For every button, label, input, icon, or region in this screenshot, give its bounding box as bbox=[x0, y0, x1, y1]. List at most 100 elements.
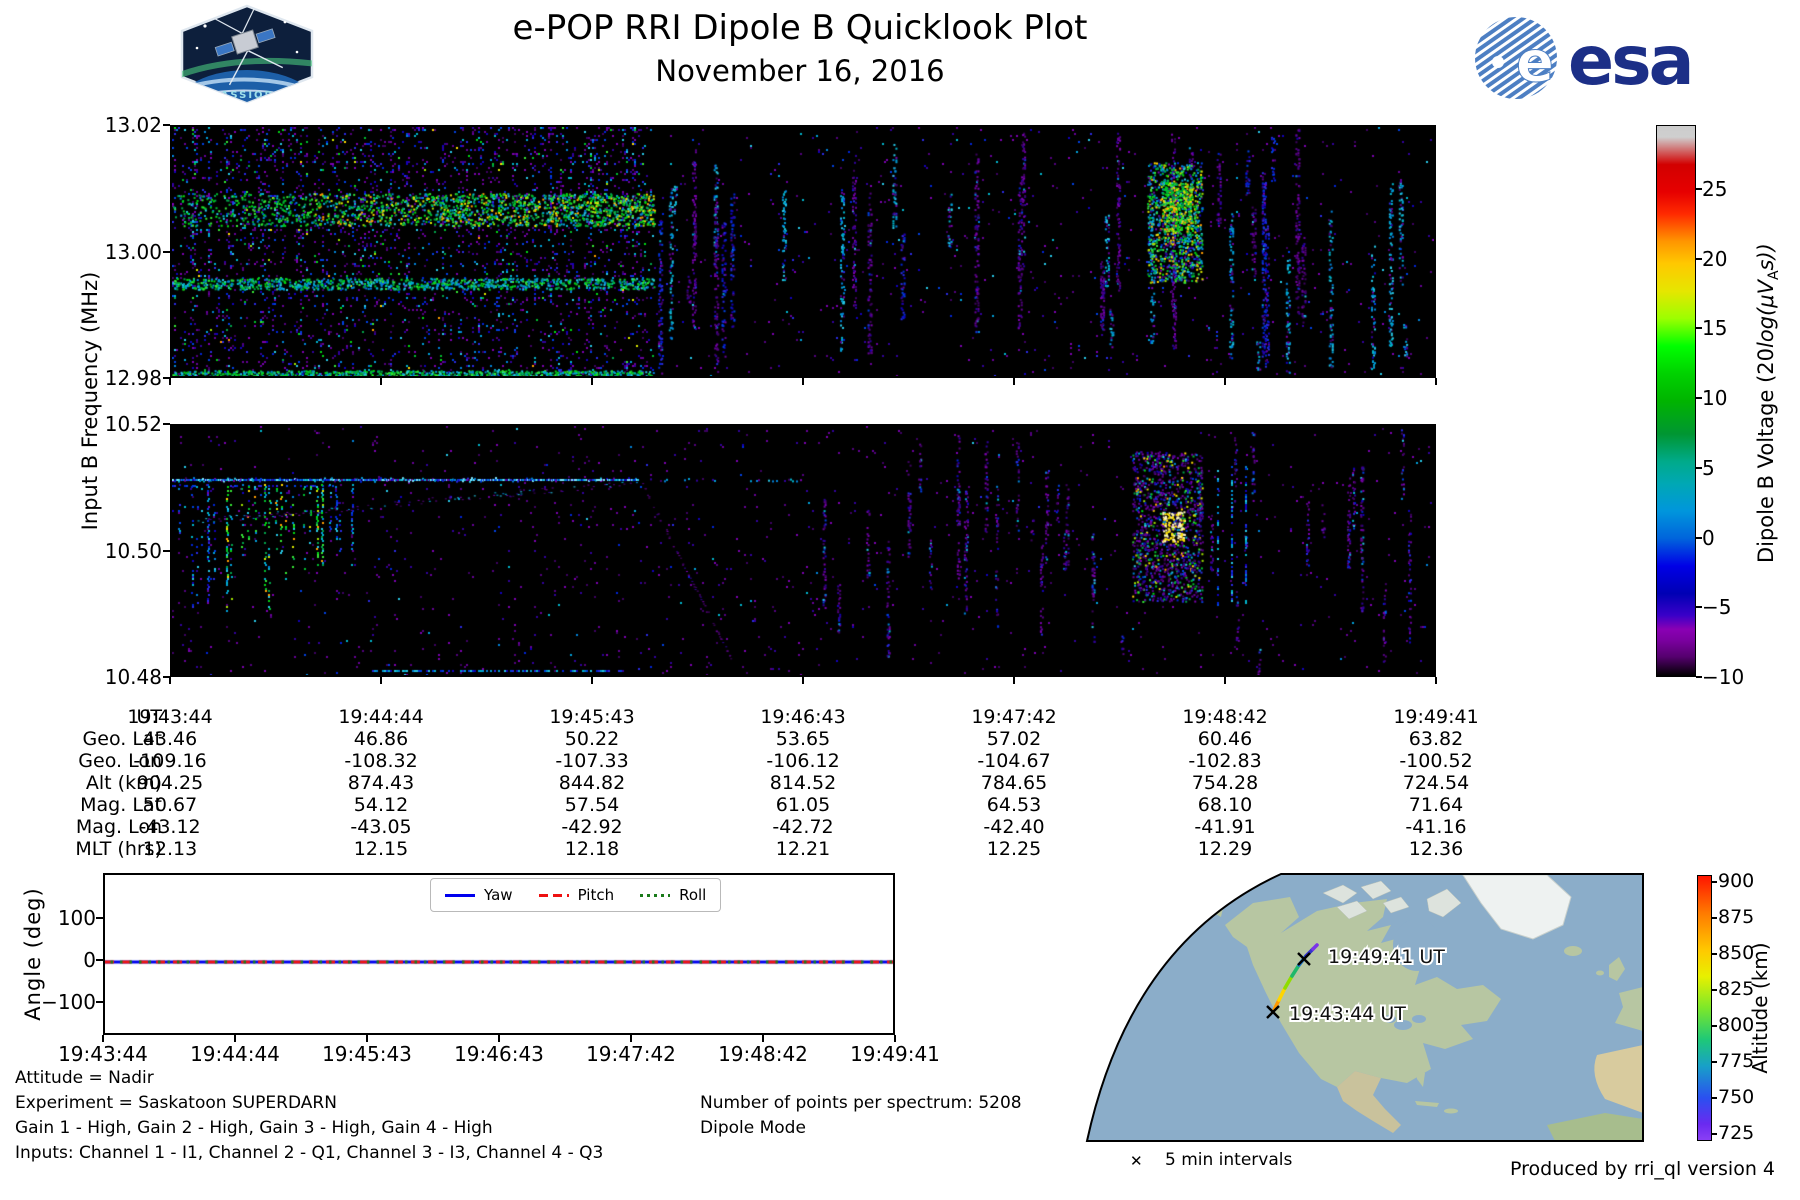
axis-tick-mark bbox=[380, 677, 382, 684]
ephemeris-value: 46.86 bbox=[353, 728, 409, 750]
voltage-cb-label-sub: A bbox=[1766, 270, 1783, 281]
voltage-colorbar-tick-label: 20 bbox=[1702, 247, 1728, 271]
ephemeris-value: 19:45:43 bbox=[549, 706, 635, 728]
angle-xtick-label: 19:49:41 bbox=[850, 1042, 940, 1066]
altitude-tick-label: 900 bbox=[1718, 870, 1755, 892]
frequency-tick-label: 10.48 bbox=[104, 665, 162, 689]
frequency-axis-label: Input B Frequency (MHz) bbox=[78, 271, 102, 531]
ephemeris-value: 19:47:42 bbox=[971, 706, 1057, 728]
axis-tick-mark bbox=[234, 1035, 236, 1042]
axis-tick-mark bbox=[591, 677, 593, 684]
voltage-cb-label-mid: (μV bbox=[1753, 280, 1778, 316]
frequency-tick-label: 10.52 bbox=[104, 412, 162, 436]
axis-tick-mark bbox=[1712, 989, 1717, 991]
voltage-colorbar-tick-label: 15 bbox=[1702, 316, 1728, 340]
ephemeris-value: 57.54 bbox=[564, 794, 620, 816]
ephemeris-value: 71.64 bbox=[1408, 794, 1464, 816]
axis-tick-mark bbox=[96, 1001, 103, 1003]
frequency-tick-label: 12.98 bbox=[104, 366, 162, 390]
axis-tick-mark bbox=[163, 250, 170, 253]
ephemeris-value: -104.67 bbox=[977, 750, 1051, 772]
voltage-colorbar bbox=[1656, 125, 1696, 677]
ephemeris-value: -43.12 bbox=[139, 816, 201, 838]
ephemeris-value: -41.91 bbox=[1194, 816, 1256, 838]
spectrogram-upper-canvas bbox=[172, 127, 1434, 376]
ephemeris-value: 814.52 bbox=[769, 772, 837, 794]
ephemeris-value: 63.82 bbox=[1408, 728, 1464, 750]
points-line: Number of points per spectrum: 5208 bbox=[700, 1093, 1022, 1113]
page-date: November 16, 2016 bbox=[655, 54, 945, 88]
ephemeris-value: 43.46 bbox=[142, 728, 198, 750]
angle-tick-label: 0 bbox=[83, 948, 96, 972]
axis-tick-mark bbox=[1696, 537, 1702, 539]
ephemeris-value: -109.16 bbox=[133, 750, 207, 772]
ephemeris-value: 64.53 bbox=[986, 794, 1042, 816]
altitude-tick-label: 750 bbox=[1718, 1086, 1755, 1108]
page-title: e-POP RRI Dipole B Quicklook Plot bbox=[512, 8, 1088, 48]
legend-item-roll: Roll bbox=[640, 886, 706, 904]
frequency-tick-label: 10.50 bbox=[104, 538, 162, 563]
ephemeris-value: 874.43 bbox=[347, 772, 415, 794]
ground-track-map: 19:49:41 UT 19:43:44 UT bbox=[1085, 873, 1644, 1142]
axis-tick-mark bbox=[1696, 327, 1702, 329]
ephemeris-value: 57.02 bbox=[986, 728, 1042, 750]
voltage-colorbar-tick-label: 0 bbox=[1702, 526, 1715, 550]
altitude-tick-label: 825 bbox=[1718, 978, 1755, 1000]
voltage-colorbar-tick-label: 5 bbox=[1702, 456, 1715, 480]
spectrogram-panel-lower bbox=[170, 424, 1436, 677]
axis-tick-mark bbox=[630, 1035, 632, 1042]
ephemeris-value: 61.05 bbox=[775, 794, 831, 816]
legend-label: Roll bbox=[679, 886, 707, 904]
voltage-cb-label-pre: Dipole B Voltage (20 bbox=[1753, 347, 1778, 564]
ephemeris-value: 12.36 bbox=[1408, 838, 1464, 860]
roll-line-sample bbox=[640, 893, 671, 897]
ephemeris-value: 12.21 bbox=[775, 838, 831, 860]
axis-tick-mark bbox=[1435, 378, 1437, 385]
axis-tick-mark bbox=[1696, 606, 1702, 608]
ephemeris-value: 754.28 bbox=[1191, 772, 1259, 794]
altitude-colorbar bbox=[1697, 875, 1712, 1141]
axis-tick-mark bbox=[380, 378, 382, 385]
axis-tick-mark bbox=[1435, 677, 1437, 684]
altitude-tick-label: 725 bbox=[1718, 1122, 1755, 1144]
ephemeris-value: -102.83 bbox=[1188, 750, 1262, 772]
ephemeris-value: 12.18 bbox=[564, 838, 620, 860]
ephemeris-value: -106.12 bbox=[766, 750, 840, 772]
angle-legend: Yaw Pitch Roll bbox=[430, 878, 722, 912]
axis-tick-mark bbox=[366, 1035, 368, 1042]
angle-tick-label: −100 bbox=[41, 990, 96, 1014]
angle-tick-label: 100 bbox=[57, 906, 96, 930]
altitude-tick-label: 775 bbox=[1718, 1050, 1755, 1072]
axis-tick-mark bbox=[802, 677, 804, 684]
axis-tick-mark bbox=[96, 959, 103, 961]
ephemeris-value: -100.52 bbox=[1399, 750, 1473, 772]
ephemeris-value: 68.10 bbox=[1197, 794, 1253, 816]
voltage-colorbar-label: Dipole B Voltage (20log(μVAs)) bbox=[1754, 173, 1782, 633]
legend-label: Yaw bbox=[484, 886, 513, 904]
ephemeris-value: 53.65 bbox=[775, 728, 831, 750]
axis-tick-mark bbox=[1013, 677, 1015, 684]
ephemeris-value: -42.72 bbox=[772, 816, 834, 838]
inputs-line: Inputs: Channel 1 - I1, Channel 2 - Q1, … bbox=[15, 1143, 604, 1163]
axis-tick-mark bbox=[802, 378, 804, 385]
ephemeris-value: 50.67 bbox=[142, 794, 198, 816]
voltage-colorbar-tick-label: −5 bbox=[1702, 595, 1732, 619]
experiment-line: Experiment = Saskatoon SUPERDARN bbox=[15, 1093, 337, 1113]
track-start-label: 19:43:44 UT bbox=[1289, 1003, 1406, 1025]
axis-tick-mark bbox=[591, 378, 593, 385]
ephemeris-value: 50.22 bbox=[564, 728, 620, 750]
quicklook-figure: CASSIOPE e-POP RRI Dipole B Quicklook Pl… bbox=[0, 0, 1800, 1200]
axis-tick-mark bbox=[498, 1035, 500, 1042]
attitude-line: Attitude = Nadir bbox=[15, 1068, 154, 1088]
axis-tick-mark bbox=[169, 378, 171, 385]
frequency-tick-label: 13.02 bbox=[104, 113, 162, 137]
ephemeris-value: 724.54 bbox=[1402, 772, 1470, 794]
voltage-colorbar-tick-label: 25 bbox=[1702, 177, 1728, 201]
track-end-label: 19:49:41 UT bbox=[1328, 946, 1445, 968]
altitude-tick-label: 875 bbox=[1718, 906, 1755, 928]
axis-tick-mark bbox=[1712, 1097, 1717, 1099]
ephemeris-value: 12.13 bbox=[142, 838, 198, 860]
ephemeris-value: -42.40 bbox=[983, 816, 1045, 838]
axis-tick-mark bbox=[1712, 1133, 1717, 1135]
ephemeris-value: 19:46:43 bbox=[760, 706, 846, 728]
